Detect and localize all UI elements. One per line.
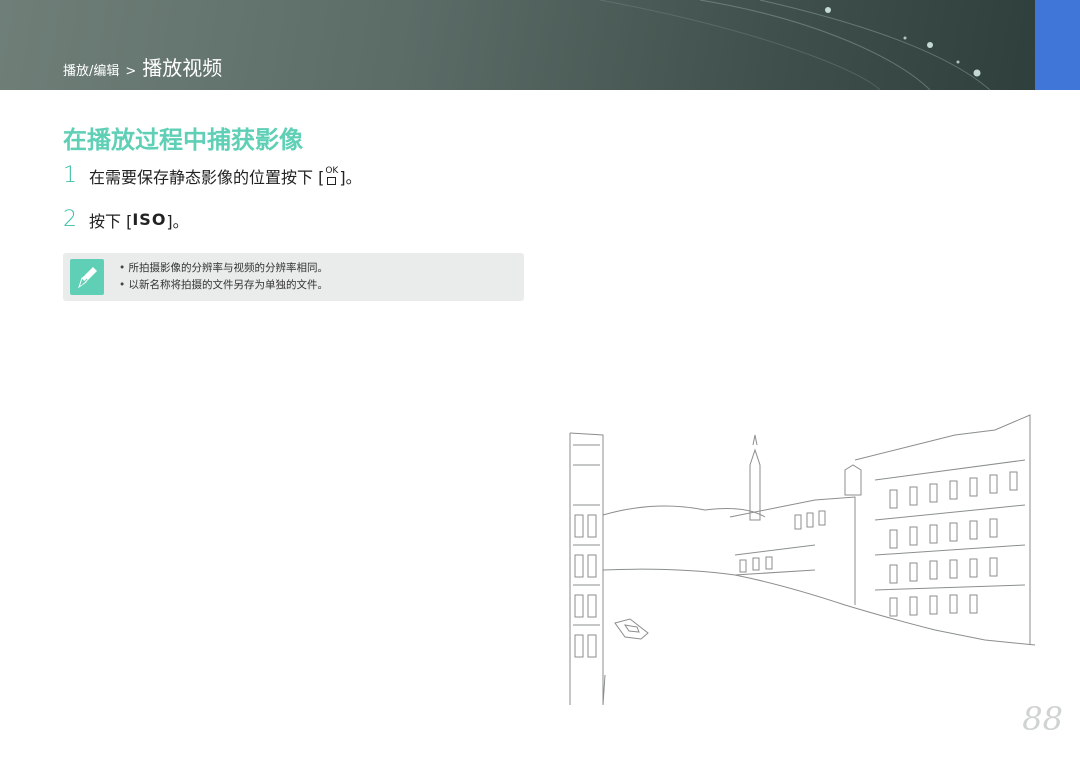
iso-key: ISO	[132, 210, 167, 229]
pen-note-icon	[70, 259, 104, 295]
step-text: 在需要保存静态影像的位置按下 [	[89, 167, 325, 187]
step-text-end: ]。	[166, 211, 189, 231]
note-box: 所拍摄影像的分辨率与视频的分辨率相同。 以新名称将拍摄的文件另存为单独的文件。	[63, 253, 524, 301]
step-1: 1 在需要保存静态影像的位置按下 [ OK ]。	[63, 163, 362, 188]
step-text-end: ]。	[339, 167, 362, 187]
breadcrumb-current: 播放视频	[142, 56, 223, 80]
note-item: 所拍摄影像的分辨率与视频的分辨率相同。	[119, 260, 329, 277]
page-title: 在播放过程中捕获影像	[63, 126, 303, 154]
step-2: 2 按下 [ ISO ]。	[63, 207, 189, 232]
note-item: 以新名称将拍摄的文件另存为单独的文件。	[119, 277, 329, 294]
page-number: 88	[1022, 700, 1063, 738]
ok-button-icon: OK	[325, 165, 339, 185]
step-number: 1	[63, 163, 77, 188]
venice-canal-drawing	[569, 414, 1036, 705]
breadcrumb-section[interactable]: 播放/编辑	[63, 60, 119, 79]
side-tab[interactable]	[1035, 0, 1080, 90]
step-text: 按下 [	[89, 211, 133, 231]
breadcrumb-separator: >	[125, 64, 137, 79]
header-banner: 播放/编辑 > 播放视频	[0, 0, 1035, 90]
note-list: 所拍摄影像的分辨率与视频的分辨率相同。 以新名称将拍摄的文件另存为单独的文件。	[119, 260, 329, 294]
breadcrumb: 播放/编辑 > 播放视频	[63, 52, 222, 81]
ok-key-label: OK	[325, 165, 339, 176]
step-number: 2	[63, 207, 77, 232]
